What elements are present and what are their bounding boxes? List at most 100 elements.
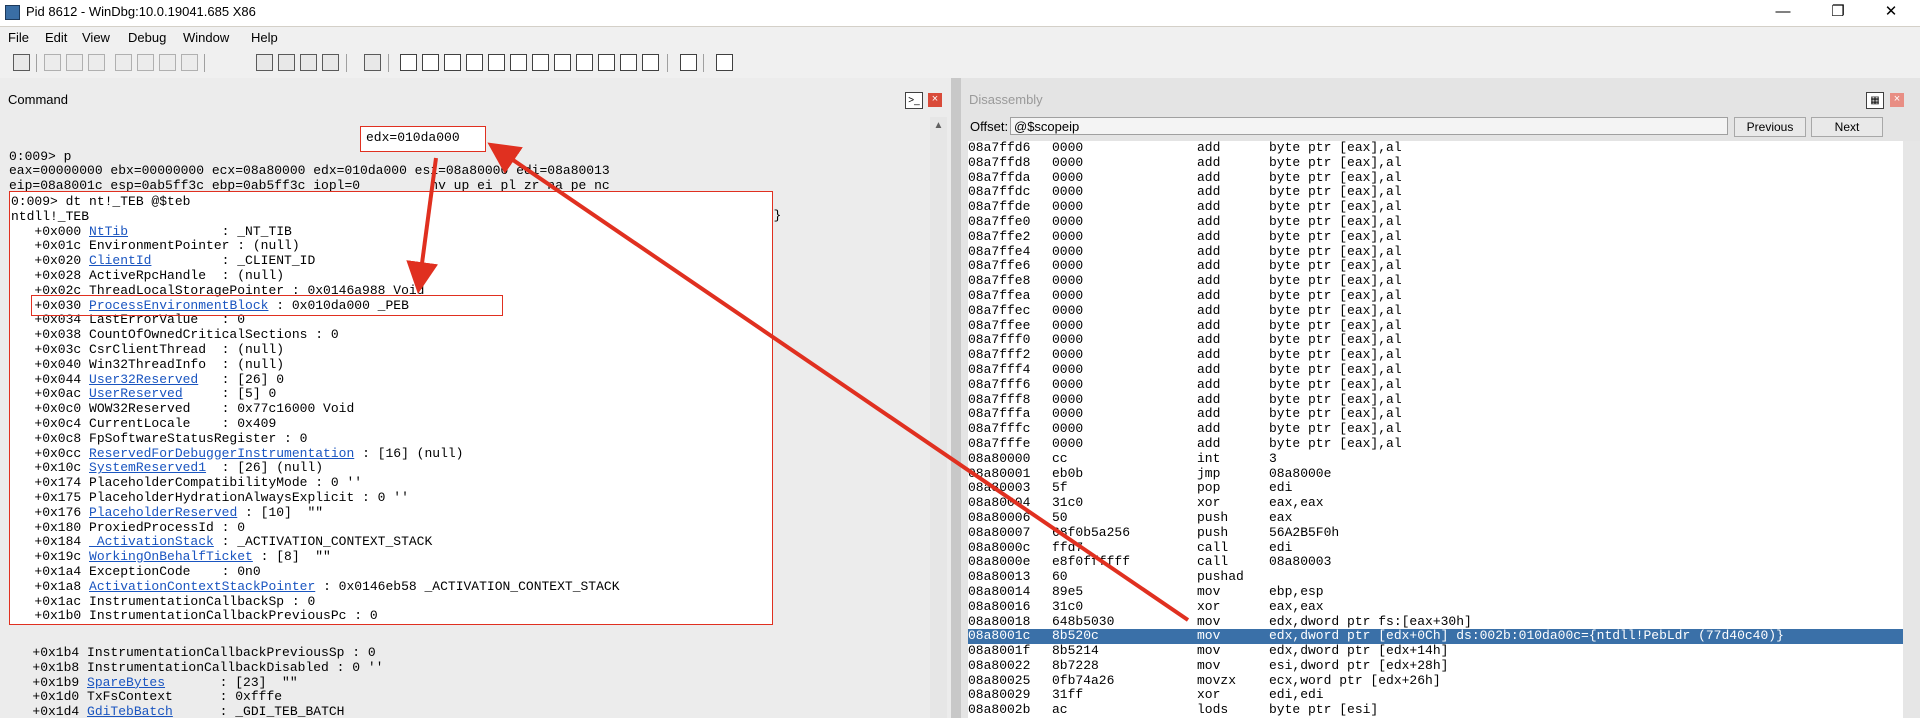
options-icon[interactable] <box>642 54 659 71</box>
disassembly-pane-close-icon[interactable]: × <box>1890 93 1904 107</box>
field-link[interactable]: _ActivationStack <box>89 534 214 549</box>
hand-icon[interactable] <box>364 54 381 71</box>
disassembly-window-icon[interactable]: ▦ <box>1866 92 1884 109</box>
stop-debugging-icon[interactable] <box>159 54 176 71</box>
menu-help[interactable]: Help <box>251 30 278 45</box>
disassembly-row[interactable]: 08a7ffde 0000 add byte ptr [eax],al <box>968 199 1904 215</box>
options-dialog-icon[interactable] <box>716 54 733 71</box>
prompt-icon[interactable]: >_ <box>905 92 923 109</box>
field-text: : _ACTIVATION_CONTEXT_STACK <box>213 534 433 550</box>
watch-window-icon[interactable] <box>422 54 439 71</box>
disassembly-row[interactable]: 08a7ffec 0000 add byte ptr [eax],al <box>968 303 1904 319</box>
menu-window[interactable]: Window <box>183 30 229 45</box>
disassembly-row[interactable]: 08a80025 0fb74a26 movzx ecx,word ptr [edx+2… <box>968 673 1904 689</box>
go-icon[interactable] <box>115 54 132 71</box>
field-link[interactable]: User32Reserved <box>89 372 198 387</box>
disassembly-row[interactable]: 08a7ffe2 0000 add byte ptr [eax],al <box>968 228 1904 245</box>
font-icon[interactable] <box>680 54 697 71</box>
disassembly-row[interactable]: 08a80007 68f0b5a256 push 56A2B5F0h <box>968 525 1904 541</box>
disassembly-row[interactable]: 08a80014 89e5 mov ebp,esp <box>968 584 1904 600</box>
disassembly-row[interactable]: 08a7ffda 0000 add byte ptr [eax],al <box>968 170 1904 186</box>
instruction-address: 08a7ffee <box>968 317 1031 333</box>
disassembly-row[interactable]: 08a7ffe8 0000 add byte ptr [eax],al <box>968 273 1904 289</box>
disassembly-row[interactable]: 08a7ffe0 0000 add byte ptr [eax],al <box>968 214 1904 230</box>
disassembly-row[interactable]: 08a7ffea 0000 add byte ptr [eax],al <box>968 288 1904 304</box>
field-link[interactable]: WorkingOnBehalfTicket <box>89 549 253 564</box>
close-window-button[interactable]: ✕ <box>1868 0 1914 26</box>
previous-button[interactable]: Previous <box>1734 117 1806 137</box>
menu-view[interactable]: View <box>82 30 110 45</box>
step-over-icon[interactable] <box>278 54 295 71</box>
restart-icon[interactable] <box>137 54 154 71</box>
disassembly-row[interactable]: 08a7fff8 0000 add byte ptr [eax],al <box>968 392 1904 408</box>
field-link[interactable]: UserReserved <box>89 386 183 401</box>
disassembly-row[interactable]: 08a7ffd6 0000 add byte ptr [eax],al <box>968 141 1904 156</box>
disassembly-row[interactable]: 08a7fffc 0000 add byte ptr [eax],al <box>968 421 1904 437</box>
menu-file[interactable]: File <box>8 30 29 45</box>
disassembly-row[interactable]: 08a7fff0 0000 add byte ptr [eax],al <box>968 333 1904 348</box>
disassembly-row[interactable]: 08a80001 eb0b jmp 08a8000e <box>968 466 1904 482</box>
next-button[interactable]: Next <box>1811 117 1883 137</box>
call-stack-window-icon[interactable] <box>510 54 527 71</box>
disassembly-row[interactable]: 08a8000c ffd7 call edi <box>968 540 1904 556</box>
disassembly-row[interactable]: 08a8000e e8f0ffffff call 08a80003 <box>968 555 1904 570</box>
disassembly-row[interactable]: 08a80004 31c0 xor eax,eax <box>968 495 1904 511</box>
disassembly-row[interactable]: 08a7fff4 0000 add byte ptr [eax],al <box>968 362 1904 378</box>
disassembly-row[interactable]: 08a7ffd8 0000 add byte ptr [eax],al <box>968 155 1904 171</box>
disassembly-row[interactable]: 08a8001f 8b5214 mov edx,dword ptr [edx+14h] <box>968 643 1904 659</box>
open-file-icon[interactable] <box>13 54 30 71</box>
disassembly-scrollbar[interactable] <box>1903 141 1920 718</box>
locals-window-icon[interactable] <box>444 54 461 71</box>
menu-debug[interactable]: Debug <box>128 30 166 45</box>
disassembly-row[interactable]: 08a7fffe 0000 add byte ptr [eax],al <box>968 436 1904 452</box>
disassembly-row[interactable]: 08a80006 50 push eax <box>968 510 1904 526</box>
disassembly-row[interactable]: 08a7fffa 0000 add byte ptr [eax],al <box>968 407 1904 422</box>
step-into-icon[interactable] <box>256 54 273 71</box>
disassembly-window-icon[interactable] <box>532 54 549 71</box>
disassembly-row[interactable]: 08a80018 648b5030 mov edx,dword ptr fs:[eax… <box>968 614 1904 630</box>
pane-splitter[interactable] <box>951 78 961 718</box>
hex-mode-icon[interactable] <box>620 54 637 71</box>
offset-input[interactable]: @$scopeip <box>1010 117 1728 135</box>
command-window-icon[interactable] <box>400 54 417 71</box>
break-icon[interactable] <box>181 54 198 71</box>
disassembly-row[interactable]: 08a7ffe4 0000 add byte ptr [eax],al <box>968 244 1904 260</box>
disassembly-row[interactable]: 08a7ffee 0000 add byte ptr [eax],al <box>968 317 1904 334</box>
field-link[interactable]: SpareBytes <box>87 675 165 690</box>
disassembly-row[interactable]: 08a7ffe6 0000 add byte ptr [eax],al <box>968 259 1904 274</box>
disassembly-row[interactable]: 08a7ffdc 0000 add byte ptr [eax],al <box>968 185 1904 200</box>
disassembly-row[interactable]: 08a80022 8b7228 mov esi,dword ptr [edx+28h] <box>968 658 1904 674</box>
field-link[interactable]: ActivationContextStackPointer <box>89 579 315 594</box>
disassembly-row[interactable]: 08a7fff2 0000 add byte ptr [eax],al <box>968 347 1904 363</box>
memory-window-icon[interactable] <box>488 54 505 71</box>
field-link[interactable]: ClientId <box>89 253 151 268</box>
disassembly-row[interactable]: 08a80000 cc int 3 <box>968 451 1904 467</box>
field-link[interactable]: GdiTebBatch <box>87 704 173 718</box>
field-link[interactable]: ReservedForDebuggerInstrumentation <box>89 446 354 461</box>
paste-icon[interactable] <box>88 54 105 71</box>
disassembly-row[interactable]: 08a80003 5f pop edi <box>968 481 1904 496</box>
command-pane-close-icon[interactable]: × <box>928 93 942 107</box>
run-to-cursor-icon[interactable] <box>322 54 339 71</box>
cut-icon[interactable] <box>44 54 61 71</box>
disassembly-row[interactable]: 08a8002b ac lods byte ptr [esi] <box>968 702 1904 718</box>
scratch-pad-icon[interactable] <box>554 54 571 71</box>
current-instruction-row[interactable]: 08a8001c 8b520c mov edx,dword ptr [edx+0Ch]… <box>968 628 1904 645</box>
disassembly-row[interactable]: 08a80029 31ff xor edi,edi <box>968 688 1904 703</box>
field-link[interactable]: NtTib <box>89 224 128 239</box>
menu-edit[interactable]: Edit <box>45 30 67 45</box>
step-out-icon[interactable] <box>300 54 317 71</box>
field-link[interactable]: SystemReserved1 <box>89 460 206 475</box>
processes-threads-icon[interactable] <box>576 54 593 71</box>
disassembly-row[interactable]: 08a80016 31c0 xor eax,eax <box>968 599 1904 615</box>
disassembly-row[interactable]: 08a7fff6 0000 add byte ptr [eax],al <box>968 377 1904 393</box>
field-link[interactable]: PlaceholderReserved <box>89 505 237 520</box>
disassembly-row[interactable]: 08a80013 60 pushad <box>968 569 1904 585</box>
instruction-mnemonic: add <box>1197 406 1221 422</box>
copy-icon[interactable] <box>66 54 83 71</box>
instruction-address: 08a7ffe2 <box>968 228 1031 244</box>
source-mode-icon[interactable] <box>598 54 615 71</box>
maximize-button[interactable]: ❐ <box>1815 0 1861 26</box>
minimize-button[interactable]: — <box>1760 0 1806 26</box>
registers-window-icon[interactable] <box>466 54 483 71</box>
